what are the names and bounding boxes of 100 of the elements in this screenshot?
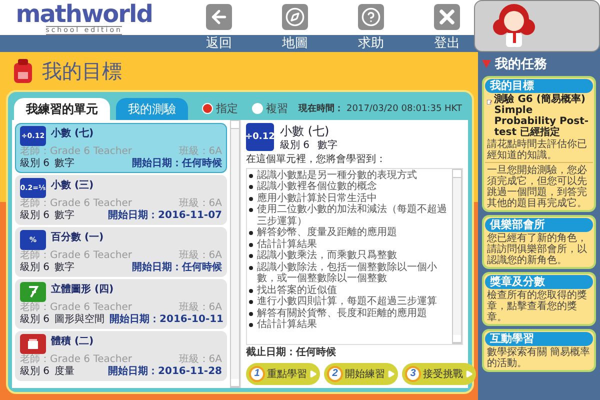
task-card-title[interactable]: 獎章及分數 <box>485 275 593 289</box>
bullet-icon <box>249 266 253 270</box>
filter-radio[interactable]: 複習 <box>252 100 288 116</box>
unit-grade: 級別 6 <box>20 262 50 274</box>
tab[interactable]: 我的測驗 <box>116 98 188 120</box>
bullet-icon <box>249 254 253 258</box>
unit-title: 立體圖形 (四) <box>51 282 115 296</box>
tasks-title: 我的任務 <box>495 56 547 73</box>
learning-point: 使用二位數小數的加法和減法（每題不超過三步運算） <box>257 204 448 226</box>
logout-button[interactable]: 登出 <box>420 0 474 52</box>
triangle-down-icon <box>482 60 491 68</box>
bullet-icon <box>249 196 253 200</box>
bullet-icon <box>249 208 253 212</box>
unit-start-date: 開始日期：2016-10-11 <box>110 314 224 326</box>
unit-teacher: 老師：Grade 6 Teacher <box>20 250 132 262</box>
learning-point: 認識小數裡各個位數的概念 <box>257 181 377 192</box>
task-card-text: 請花點時間去評估你已經知道的知識。 <box>486 139 588 161</box>
back-button[interactable]: 返回 <box>192 0 246 52</box>
intro-text: 在這個單元裡，您將會學習到： <box>246 154 387 166</box>
unit-card[interactable]: 體積 (二) 老師：Grade 6 Teacher 班級：6A 級別 6 度量 開始日期：2016-11-28 <box>15 331 227 381</box>
unit-teacher: 老師：Grade 6 Teacher <box>20 354 132 366</box>
learning-point: 找出答案的近似值 <box>257 284 337 296</box>
learning-point: 估計計算結果 <box>257 238 317 250</box>
learning-point: 進行小數四則計算，每題不超過三步運算 <box>257 296 437 308</box>
compass-icon <box>285 7 306 27</box>
unit-topic: 圖形與空間 <box>54 314 105 326</box>
unit-start-date: 開始日期：2016-11-28 <box>108 366 222 378</box>
bullet-icon <box>249 174 253 178</box>
task-card-text: 檢查所有的您取得的獎章，點擊查看您的獎章。 <box>486 290 588 323</box>
unit-teacher: 老師：Grade 6 Teacher <box>20 198 132 210</box>
bullet-icon <box>249 323 253 327</box>
unit-class: 班級：6A <box>178 354 222 366</box>
unit-title: 百分數 (一) <box>51 230 105 244</box>
task-card-title[interactable]: 互動學習 <box>485 332 593 346</box>
scrollbar[interactable] <box>452 168 462 344</box>
test-title[interactable]: 測驗 G6 (簡易概率) Simple Probability Post-test 已經指定 <box>494 94 591 138</box>
task-card-note: 一旦您開始測驗，您必須完成它，但您可以先跳過一個問題，到答完其他的題目再完成它。 <box>485 162 593 209</box>
unit-start-date: 開始日期：任何時候 <box>132 158 222 170</box>
unit-grade: 級別 6 <box>20 314 50 326</box>
avatar-panel[interactable] <box>474 0 600 52</box>
deadline: 截止日期：任何時候 <box>246 347 337 359</box>
help-button[interactable]: 求助 <box>344 0 398 52</box>
unit-topic: 數字 <box>54 262 75 274</box>
learning-point: 應用小數計算於日常生活中 <box>257 192 377 204</box>
task-card-text: 數學探索有關 簡易概率的活動。 <box>486 347 592 369</box>
logo: mathworld <box>16 2 152 26</box>
unit-teacher: 老師：Grade 6 Teacher <box>20 302 132 314</box>
unit-start-date: 開始日期：2016-11-07 <box>108 210 222 222</box>
unit-topic: 數字 <box>318 140 338 152</box>
play-icon <box>387 370 395 378</box>
unit-heading: 小數 (七) <box>280 123 330 140</box>
unit-topic: 數字 <box>54 210 75 222</box>
unit-teacher: 老師：Grade 6 Teacher <box>20 146 132 158</box>
unit-icon: ÷0.12 <box>246 123 274 151</box>
filter-radio[interactable]: 指定 <box>202 100 238 116</box>
radio-dot[interactable] <box>252 102 263 114</box>
unit-grade: 級別 6 <box>20 366 50 378</box>
unit-start-date: 開始日期：任何時候 <box>132 262 222 274</box>
bullet-icon <box>249 312 253 316</box>
unit-grade: 級別 6 <box>20 158 50 170</box>
unit-topic: 度量 <box>54 366 75 378</box>
learning-point: 認識小數點是另一種分數的表現方式 <box>257 170 417 180</box>
play-icon <box>465 370 473 378</box>
learning-point: 估計計算結果 <box>257 319 317 330</box>
learning-point: 解答有關於貨幣、長度和距離的應用題 <box>257 308 427 318</box>
bullet-icon <box>249 185 253 189</box>
unit-class: 班級：6A <box>178 250 222 262</box>
help-icon <box>361 7 382 27</box>
step-button[interactable]: 1 重點學習 <box>246 363 320 385</box>
step-number: 1 <box>249 366 265 382</box>
page-title: 我的目標 <box>42 58 122 84</box>
unit-title: 體積 (二) <box>51 334 95 348</box>
tab[interactable]: 我練習的單元 <box>14 98 110 120</box>
learning-point: 解答鈔幣、度量及距離的應用題 <box>257 227 397 238</box>
unit-card[interactable]: 立體圖形 (四) 老師：Grade 6 Teacher 班級：6A 級別 6 圖形與空間 開始日期：2016-10-11 <box>15 279 227 329</box>
task-card-title[interactable]: 我的目標 <box>485 79 593 93</box>
radio-dot[interactable] <box>202 102 213 114</box>
bullet-icon <box>249 231 253 235</box>
map-button[interactable]: 地圖 <box>268 0 322 52</box>
bullet-icon <box>249 242 253 246</box>
task-card-text: 您已經有了新的角色，請訪問俱樂部會所，以認識您的新角色。 <box>486 233 588 266</box>
learning-point: 認識小數乘法，而乘數只爲整數 <box>257 250 397 262</box>
unit-class: 班級：6A <box>178 198 222 210</box>
bullet-icon <box>249 300 253 304</box>
unit-grade: 級別 6 <box>20 210 50 222</box>
unit-topic: 數字 <box>54 158 75 170</box>
unit-grade: 級別 6 <box>280 140 310 152</box>
step-button[interactable]: 3 接受挑戰 <box>402 363 476 385</box>
unit-class: 班級：6A <box>178 146 222 158</box>
step-button[interactable]: 2 開始練習 <box>324 363 398 385</box>
bullet-icon <box>249 288 253 292</box>
learning-point: 認識小數除法，包括一個整數除以一個小數，或一個整數除以一個整數 <box>257 262 438 284</box>
step-number: 2 <box>327 366 343 382</box>
current-time: 現在時間： 2017/03/20 08:01:35 HKT <box>298 102 463 114</box>
unit-class: 班級：6A <box>178 302 222 314</box>
task-card-title[interactable]: 俱樂部會所 <box>485 218 593 232</box>
backpack-icon <box>12 58 34 84</box>
unit-title: 小數 (七) <box>51 126 95 140</box>
scrollbar[interactable] <box>230 120 240 388</box>
step-number: 3 <box>405 366 421 382</box>
